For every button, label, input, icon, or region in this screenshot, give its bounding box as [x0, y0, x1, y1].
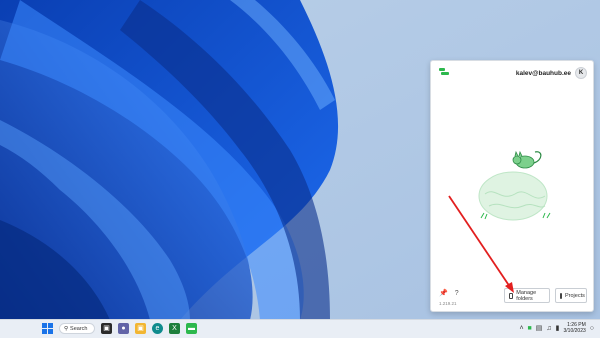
manage-folders-label: Manage folders: [516, 289, 537, 302]
chat-icon[interactable]: ●: [118, 323, 129, 334]
file-explorer-icon[interactable]: ▣: [135, 323, 146, 334]
user-email: kalev@bauhub.ee: [515, 70, 571, 77]
taskbar: ⚲ Search ▣ ● ▣ e X ▬ ˄ ■ ▤ ♫ ▮ 1:26 PM 3…: [0, 319, 600, 338]
clock[interactable]: 1:26 PM 3/10/2023: [564, 322, 586, 334]
taskbar-search[interactable]: ⚲ Search: [59, 323, 95, 334]
excel-icon[interactable]: X: [169, 323, 180, 334]
help-icon[interactable]: ?: [455, 290, 459, 298]
bauhub-taskbar-icon[interactable]: ▬: [186, 323, 197, 334]
user-avatar[interactable]: K: [575, 67, 587, 79]
chevron-up-icon[interactable]: ˄: [519, 325, 523, 332]
bauhub-panel: kalev@bauhub.ee K 📌 ? 1.219.21 Manage fo…: [430, 60, 594, 312]
bauhub-logo: [439, 68, 449, 76]
search-label: Search: [70, 325, 88, 332]
folder-settings-icon: [509, 292, 514, 299]
version-label: 1.219.21: [439, 301, 457, 306]
task-view-icon[interactable]: ▣: [101, 323, 112, 334]
bauhub-tray-icon[interactable]: ■: [528, 325, 532, 332]
search-icon: ⚲: [64, 325, 69, 332]
document-icon: [560, 292, 562, 299]
edge-icon[interactable]: e: [152, 323, 163, 334]
network-icon[interactable]: ▤: [536, 325, 543, 332]
empty-state-illustration: [478, 150, 551, 221]
notification-icon[interactable]: ○: [590, 325, 594, 332]
pin-icon[interactable]: 📌: [439, 290, 448, 298]
projects-button[interactable]: Projects: [555, 288, 587, 303]
volume-icon[interactable]: ♫: [546, 325, 551, 332]
battery-icon[interactable]: ▮: [556, 325, 560, 332]
projects-label: Projects: [565, 292, 585, 299]
clock-date: 3/10/2023: [563, 328, 586, 334]
windows-start-icon[interactable]: [42, 323, 53, 334]
manage-folders-button[interactable]: Manage folders: [504, 288, 550, 303]
